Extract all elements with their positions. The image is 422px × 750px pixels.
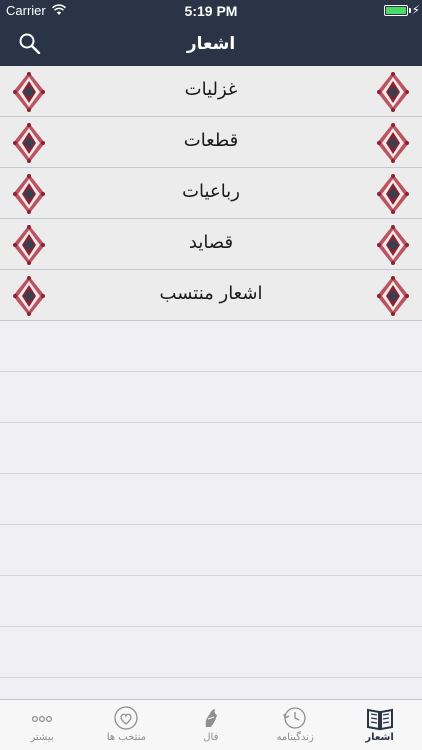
tab-label: منتخب ها <box>106 732 146 743</box>
category-label: اشعار منتسب <box>159 283 263 304</box>
fal-hand-icon <box>205 709 217 727</box>
empty-row <box>0 576 422 627</box>
category-label: قصاید <box>188 232 234 253</box>
charging-bolt-icon: ⚡ <box>411 3 420 17</box>
empty-row <box>0 372 422 423</box>
navigation-header: Carrier 5:19 PM ⚡ اشعار <box>0 0 422 66</box>
empty-row <box>0 423 422 474</box>
more-dots-icon <box>31 715 53 723</box>
empty-row <box>0 627 422 678</box>
category-label: رباعیات <box>182 181 240 202</box>
tab-bar: بیشتر منتخب ها فال زندگینامه اشعار <box>0 699 422 750</box>
empty-row <box>0 525 422 576</box>
ornament-right-icon <box>377 174 409 214</box>
page-title: اشعار <box>186 34 236 54</box>
category-row[interactable]: رباعیات <box>0 168 422 219</box>
tab-0[interactable]: بیشتر <box>0 700 84 750</box>
empty-row <box>0 474 422 525</box>
battery-icon <box>384 5 408 16</box>
tab-2[interactable]: فال <box>169 700 253 750</box>
ornament-right-icon <box>377 276 409 316</box>
category-row[interactable]: قطعات <box>0 117 422 168</box>
category-label: قطعات <box>183 130 239 151</box>
category-row[interactable]: قصاید <box>0 219 422 270</box>
tab-label: بیشتر <box>30 732 54 743</box>
tab-label: زندگینامه <box>276 732 314 743</box>
category-row[interactable]: اشعار منتسب <box>0 270 422 321</box>
empty-row <box>0 321 422 372</box>
ornament-right-icon <box>377 72 409 112</box>
tab-1[interactable]: منتخب ها <box>84 700 168 750</box>
tab-label: فال <box>203 732 219 743</box>
heart-icon <box>114 706 139 730</box>
tab-3[interactable]: زندگینامه <box>253 700 337 750</box>
category-label: غزلیات <box>184 79 238 100</box>
tab-4[interactable]: اشعار <box>338 700 422 750</box>
ornament-right-icon <box>377 225 409 265</box>
status-bar: Carrier 5:19 PM ⚡ <box>0 0 422 22</box>
ornament-right-icon <box>377 123 409 163</box>
category-row[interactable]: غزلیات <box>0 66 422 117</box>
tab-label: اشعار <box>365 732 394 743</box>
history-clock-icon <box>283 707 306 729</box>
clock-time: 5:19 PM <box>184 3 238 19</box>
book-icon <box>366 708 393 731</box>
